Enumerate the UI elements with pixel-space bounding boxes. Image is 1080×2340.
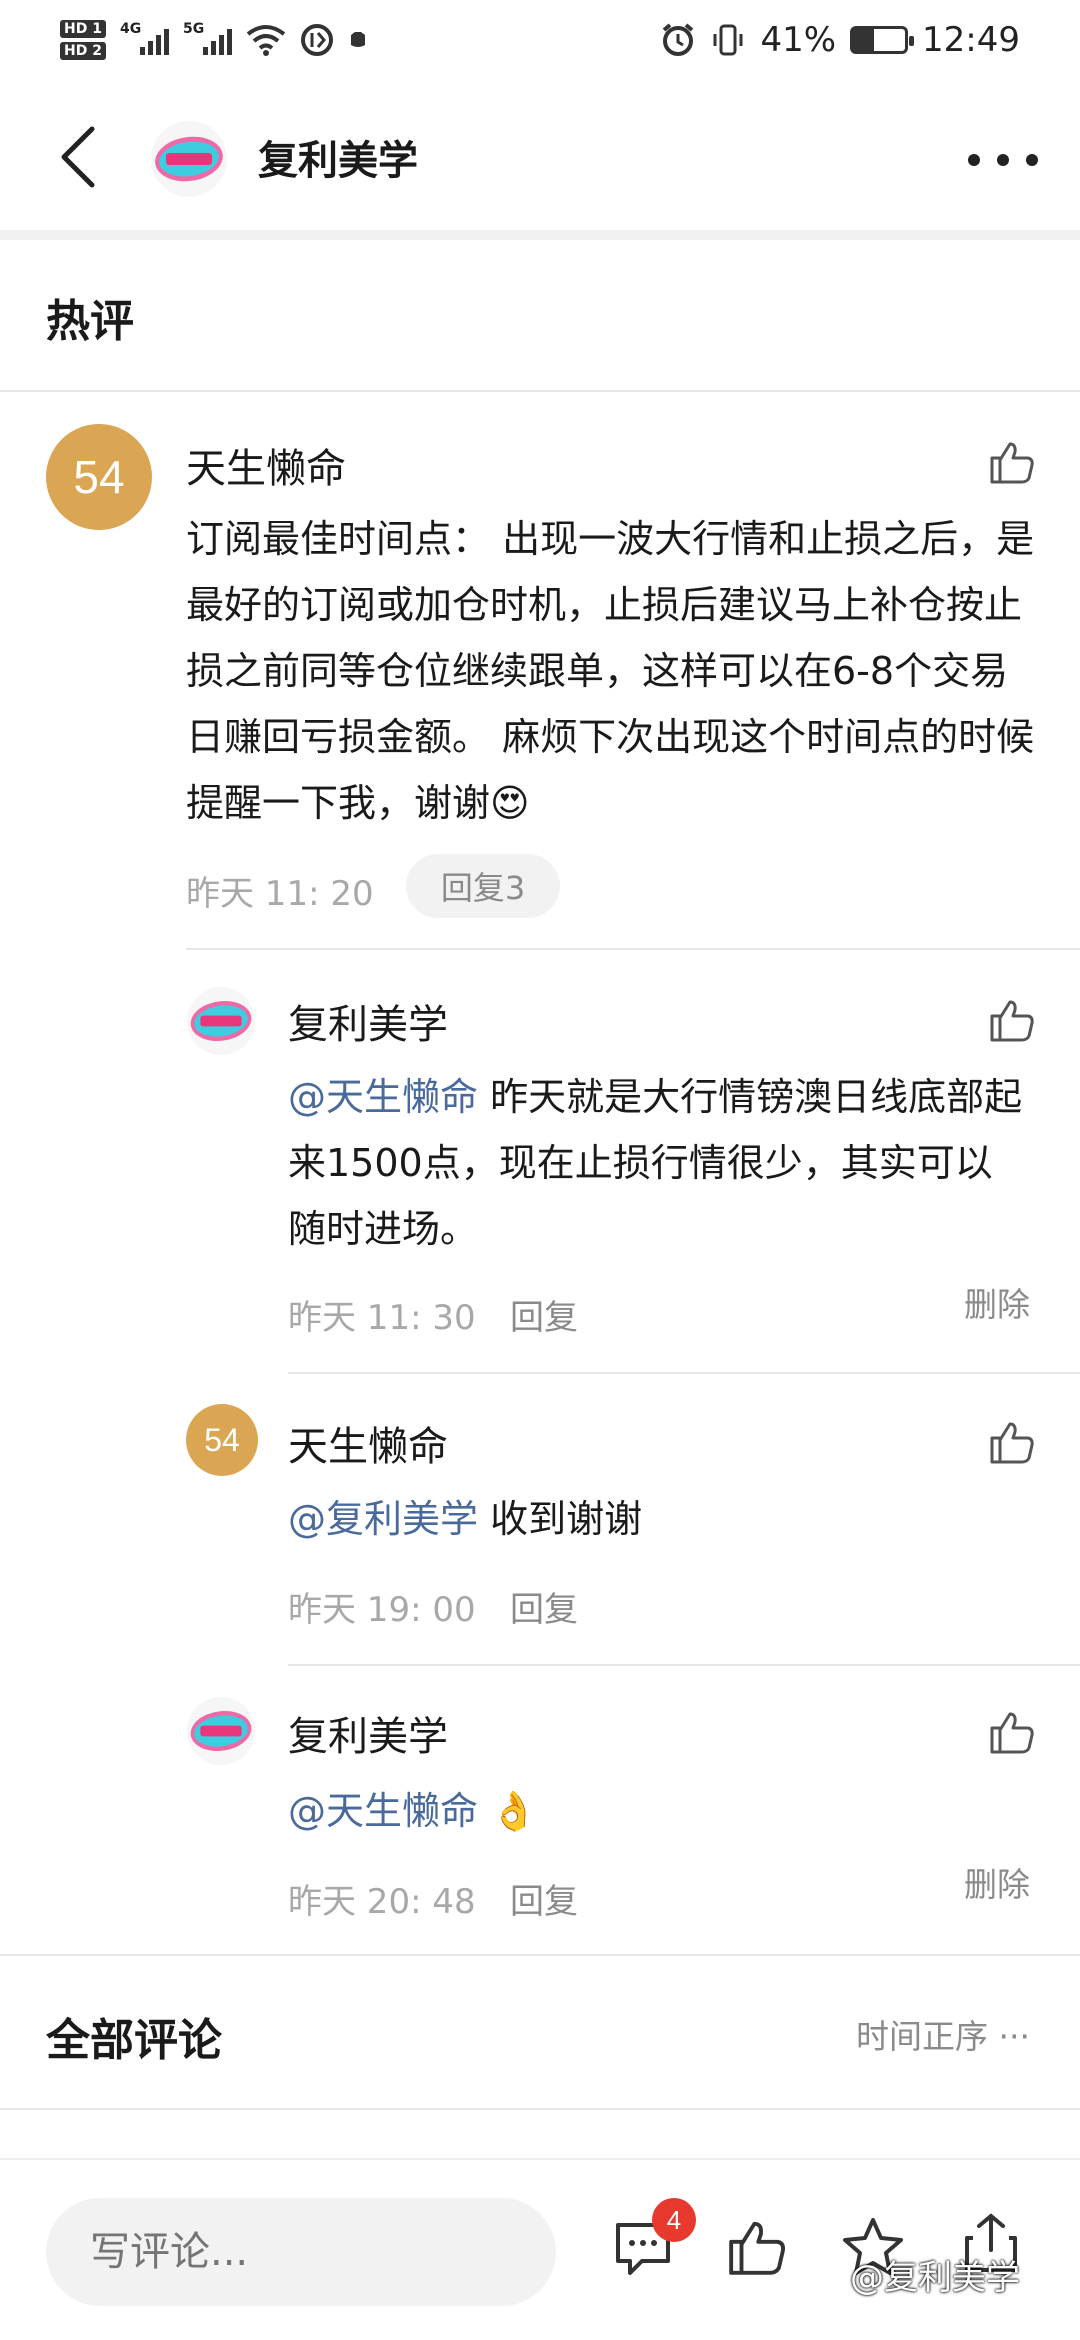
- mention-link[interactable]: @天生懒命: [288, 1075, 478, 1119]
- wifi-icon: [246, 25, 286, 56]
- reply-author[interactable]: 复利美学: [288, 1704, 448, 1762]
- avatar[interactable]: 54: [46, 424, 152, 530]
- status-right: 41% 12:49: [660, 20, 1020, 60]
- net2-label: 5G: [182, 21, 205, 37]
- more-options-button[interactable]: [968, 140, 1038, 180]
- mention-link[interactable]: @复利美学: [288, 1497, 478, 1541]
- reply-body: @复利美学 收到谢谢: [288, 1486, 1028, 1552]
- hot-comments-title: 热评: [46, 296, 134, 347]
- section-divider: [0, 390, 1080, 392]
- thumbs-up-icon: [729, 2221, 785, 2275]
- brand-logo-icon: [186, 986, 256, 1056]
- back-button[interactable]: [48, 124, 108, 190]
- like-button[interactable]: [984, 1414, 1040, 1470]
- mention-link[interactable]: @天生懒命: [288, 1789, 478, 1833]
- reply-time: 昨天 20: 48: [288, 1882, 476, 1922]
- reply-body: @天生懒命 昨天就是大行情镑澳日线底部起来1500点，现在止损行情很少，其实可以…: [288, 1064, 1028, 1262]
- reply-divider: [186, 948, 1080, 950]
- thumbs-up-icon: [990, 1000, 1034, 1042]
- like-button[interactable]: [722, 2212, 792, 2282]
- avatar[interactable]: [186, 986, 256, 1060]
- status-left: HD 1 HD 2 4G 5G: [60, 20, 368, 60]
- dot-icon: [1026, 154, 1038, 166]
- avatar[interactable]: 54: [186, 1404, 258, 1476]
- thumbs-up-icon: [990, 1422, 1034, 1464]
- reply-time: 昨天 19: 00: [288, 1590, 476, 1630]
- comment-input[interactable]: [46, 2198, 556, 2306]
- thumbs-up-icon: [990, 442, 1034, 484]
- header-divider: [0, 230, 1080, 240]
- thumbs-up-icon: [990, 1712, 1034, 1754]
- reply-text: 👌: [478, 1789, 538, 1833]
- reply-button[interactable]: 回复: [510, 1290, 578, 1339]
- battery-percent: 41%: [760, 20, 837, 60]
- section-divider: [0, 1954, 1080, 1956]
- all-comments-title: 全部评论: [46, 2015, 222, 2066]
- vibrate-icon: [713, 24, 743, 56]
- section-divider: [0, 2108, 1080, 2110]
- hd1-label: HD 1: [60, 20, 106, 38]
- sort-label: 时间正序: [856, 2017, 989, 2056]
- reply-body: @天生懒命 👌: [288, 1778, 1028, 1844]
- reply-divider: [288, 1664, 1080, 1666]
- reply-button[interactable]: 回复: [510, 1582, 578, 1631]
- nav-header: 复利美学: [0, 80, 1080, 230]
- delete-button[interactable]: 删除: [964, 1278, 1030, 1326]
- signal-icon: 4G: [120, 21, 169, 55]
- app-notification-icon: [350, 32, 365, 47]
- like-button[interactable]: [984, 992, 1040, 1048]
- signal-icon-2: 5G: [183, 21, 232, 55]
- watermark: @复利美学: [850, 2258, 1020, 2298]
- comment-count-badge: 4: [652, 2198, 696, 2242]
- reply-time: 昨天 11: 30: [288, 1298, 476, 1338]
- battery-fill: [853, 29, 875, 51]
- net1-label: 4G: [119, 21, 142, 37]
- comment-author[interactable]: 天生懒命: [186, 436, 346, 494]
- bottom-action-bar: 4 @复利美学: [0, 2158, 1080, 2340]
- chevron-left-icon: [61, 126, 95, 188]
- dot-icon: [968, 154, 980, 166]
- avatar[interactable]: [186, 1696, 256, 1770]
- reply-divider: [288, 1372, 1080, 1374]
- brand-logo-icon: [151, 121, 227, 197]
- page-title: 复利美学: [258, 138, 418, 184]
- sort-button[interactable]: 时间正序 ···: [856, 2010, 1030, 2058]
- status-time: 12:49: [922, 20, 1020, 60]
- dot-icon: [997, 154, 1009, 166]
- delete-button[interactable]: 删除: [964, 1858, 1030, 1906]
- like-button[interactable]: [984, 434, 1040, 490]
- hd-indicator: HD 1 HD 2: [60, 20, 106, 60]
- brand-logo[interactable]: [150, 120, 228, 198]
- like-button[interactable]: [984, 1704, 1040, 1760]
- replies-button[interactable]: 回复3: [406, 854, 560, 918]
- brand-logo-icon: [186, 1696, 256, 1766]
- battery-icon: [850, 26, 915, 54]
- more-icon: ···: [988, 2017, 1030, 2056]
- reply-author[interactable]: 复利美学: [288, 992, 448, 1050]
- status-bar: HD 1 HD 2 4G 5G 41% 12:49: [0, 0, 1080, 80]
- reply-text: 收到谢谢: [478, 1497, 643, 1541]
- hd2-label: HD 2: [60, 42, 106, 60]
- alarm-icon: [663, 23, 694, 56]
- comment-body: 订阅最佳时间点： 出现一波大行情和止损之后，是最好的订阅或加仓时机，止损后建议马…: [186, 517, 1035, 825]
- reply-button[interactable]: 回复: [510, 1874, 578, 1923]
- comment-time: 昨天 11: 20: [186, 874, 374, 914]
- data-saver-icon: [300, 24, 333, 56]
- reply-author[interactable]: 天生懒命: [288, 1414, 448, 1472]
